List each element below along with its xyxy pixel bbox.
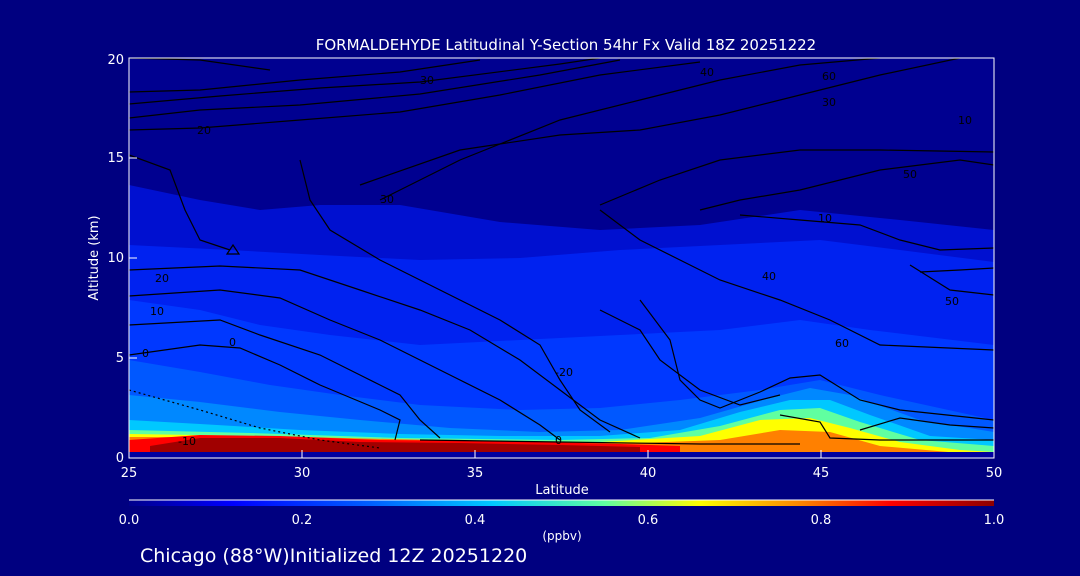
y-tick-label: 20 <box>107 53 124 68</box>
chart-canvas: FORMALDEHYDE Latitudinal Y-Section 54hr … <box>87 36 1005 567</box>
colorbar-strip <box>129 500 994 506</box>
y-tick-label: 5 <box>116 351 124 366</box>
y-tick-label: 0 <box>116 451 124 466</box>
y-axis-label: Altitude (km) <box>87 215 102 300</box>
colorbar-tick-label: 0.8 <box>811 513 832 528</box>
contour-label: 20 <box>155 272 169 285</box>
x-tick-label: 50 <box>986 466 1003 481</box>
contour-label: 30 <box>822 96 836 109</box>
contour-label: 10 <box>958 114 972 127</box>
x-axis-label: Latitude <box>535 483 589 498</box>
colorbar-tick-label: 1.0 <box>984 513 1005 528</box>
contour-label: 40 <box>762 270 776 283</box>
contour-label: 30 <box>420 74 434 87</box>
contour-label: 10 <box>818 212 832 225</box>
colorbar-tick-label: 0.2 <box>292 513 313 528</box>
colorbar-unit: (ppbv) <box>542 529 581 543</box>
x-tick-label: 35 <box>467 466 484 481</box>
contour-label: -10 <box>178 435 196 448</box>
contour-label: 0 <box>229 336 236 349</box>
heatmap-field <box>129 58 994 458</box>
x-tick-label: 40 <box>640 466 657 481</box>
contour-label: 10 <box>150 305 164 318</box>
contour-label: 0 <box>142 347 149 360</box>
contour-label: 40 <box>700 66 714 79</box>
contour-label: 0 <box>555 434 562 447</box>
y-tick-label: 15 <box>107 151 124 166</box>
colorbar-tick-label: 0.4 <box>465 513 486 528</box>
colorbar-tick-label: 0.0 <box>119 513 140 528</box>
colorbar-tick-label: 0.6 <box>638 513 659 528</box>
contour-label: 20 <box>197 124 211 137</box>
colorbar: 0.0 0.2 0.4 0.6 0.8 1.0 (ppbv) <box>119 499 1005 543</box>
y-tick-label: 10 <box>107 251 124 266</box>
contour-label: 60 <box>835 337 849 350</box>
contour-label: 50 <box>945 295 959 308</box>
x-tick-label: 30 <box>294 466 311 481</box>
contour-label: 60 <box>822 70 836 83</box>
contour-label: 30 <box>380 193 394 206</box>
footer-location: Chicago (88°W)Initialized 12Z 20251220 <box>140 545 527 567</box>
contour-label: -20 <box>555 366 573 379</box>
contour-label: 50 <box>903 168 917 181</box>
x-tick-label: 25 <box>121 466 138 481</box>
chart-title: FORMALDEHYDE Latitudinal Y-Section 54hr … <box>316 36 816 54</box>
x-tick-label: 45 <box>813 466 830 481</box>
